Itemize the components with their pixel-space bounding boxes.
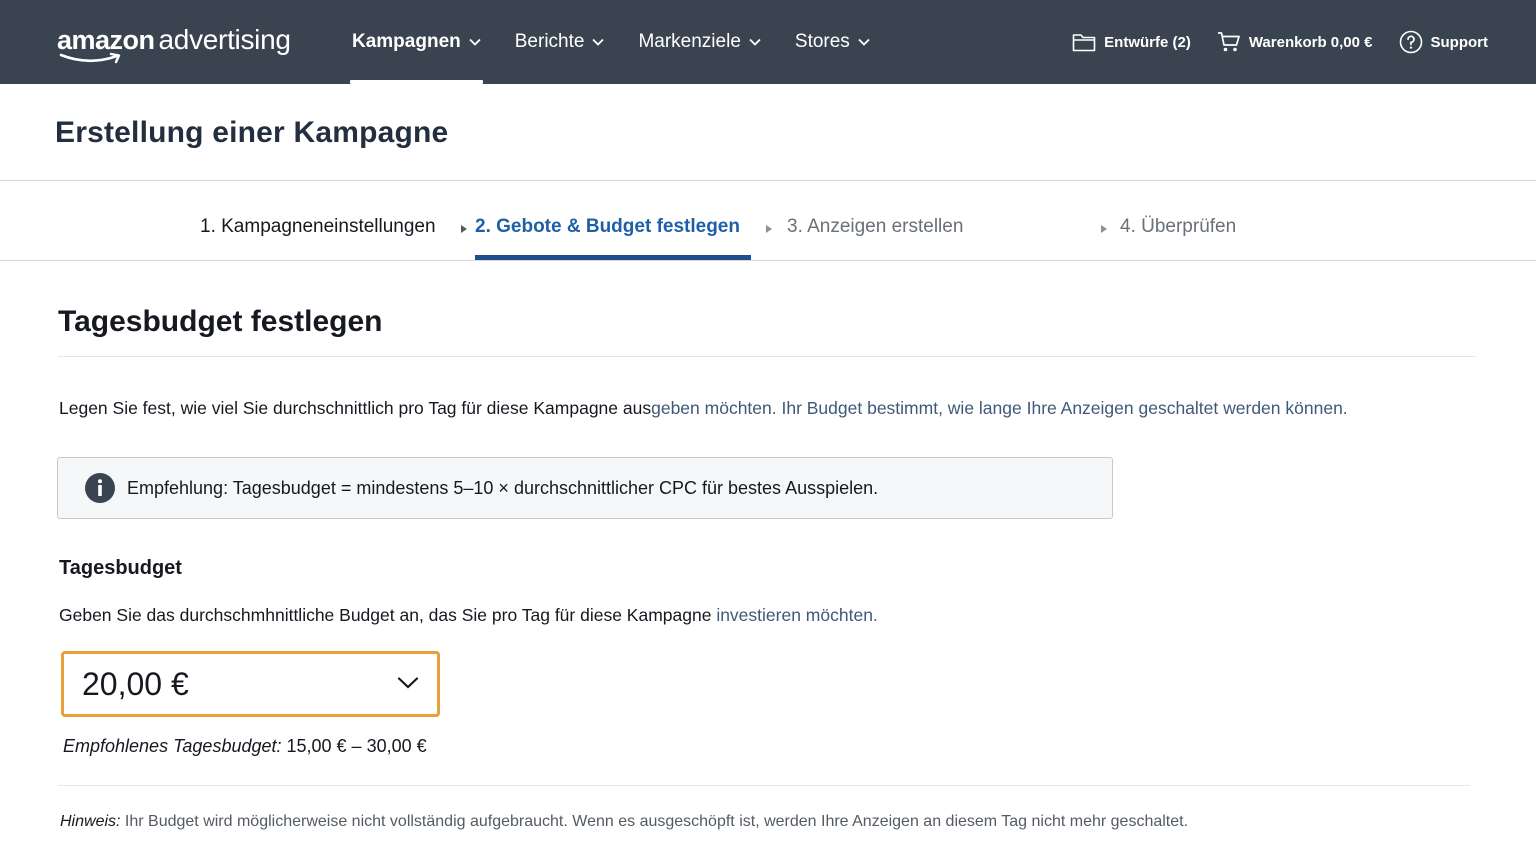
alert-text: Empfehlung: Tagesbudget = mindestens 5–1…: [127, 477, 879, 498]
page-header: Erstellung einer Kampagne: [0, 84, 1536, 181]
step-create-ads[interactable]: 3. Anzeigen erstellen: [787, 216, 963, 238]
section-divider: [58, 356, 1476, 357]
step-separator-icon: [766, 225, 772, 233]
step-separator-icon: [461, 225, 467, 233]
folder-icon: [1072, 34, 1096, 52]
wizard-steps: 1. Kampagneneinstellungen 2. Gebote & Bu…: [0, 181, 1536, 261]
budget-description-part-2: investieren möchten.: [716, 605, 878, 625]
note-label: Hinweis:: [60, 813, 121, 830]
note-text: Ihr Budget wird möglicherweise nicht vol…: [120, 813, 1189, 830]
step-separator-icon: [1101, 225, 1107, 233]
page-title: Erstellung einer Kampagne: [55, 116, 449, 149]
budget-label: Tagesbudget: [59, 557, 182, 579]
cart-label: Warenkorb 0,00 €: [1248, 33, 1373, 51]
top-navigation-bar: amazon advertising Kampagnen Berichte Ma…: [0, 0, 1536, 84]
amazon-smile-icon: [59, 52, 121, 64]
nav-markenziele[interactable]: Markenziele: [638, 0, 761, 84]
nav-stores-label: Stores: [794, 31, 850, 52]
drafts-link[interactable]: Entwürfe (2): [1072, 32, 1191, 52]
nav-stores[interactable]: Stores: [795, 0, 870, 84]
info-icon: [85, 473, 115, 503]
note-divider: [58, 785, 1470, 786]
chevron-down-icon: [592, 38, 605, 46]
step-campaign-settings[interactable]: 1. Kampagneneinstellungen: [200, 216, 436, 238]
nav-berichte[interactable]: Berichte: [515, 0, 605, 84]
support-label: Support: [1430, 33, 1489, 51]
chevron-down-icon: [858, 38, 870, 46]
header-tools: Entwürfe (2) Warenkorb 0,00 € Support: [1046, 0, 1488, 84]
recommended-budget-range: 15,00 € – 30,00 €: [281, 736, 427, 756]
daily-budget-select[interactable]: 20,00 €: [61, 651, 440, 717]
recommended-budget: Empfohlenes Tagesbudget: 15,00 € – 30,00…: [63, 736, 427, 757]
budget-description-part-1: Geben Sie das durchschmhnittliche Budget…: [59, 605, 717, 625]
chevron-down-icon: [469, 38, 481, 46]
section-title: Tagesbudget festlegen: [58, 305, 383, 338]
main-nav: Kampagnen Berichte Markenziele Stores: [350, 0, 904, 84]
budget-note: Hinweis: Ihr Budget wird möglicherweise …: [60, 813, 1188, 831]
step-bids-budget[interactable]: 2. Gebote & Budget festlegen: [475, 216, 740, 238]
help-circle-icon: [1399, 30, 1422, 54]
recommended-budget-label: Empfohlenes Tagesbudget:: [63, 736, 282, 756]
budget-description: Geben Sie das durchschmhnittliche Budget…: [59, 605, 878, 626]
step-review[interactable]: 4. Überprüfen: [1120, 216, 1236, 238]
recommendation-alert: Empfehlung: Tagesbudget = mindestens 5–1…: [57, 457, 1113, 519]
amazon-advertising-logo[interactable]: amazon advertising: [57, 24, 291, 64]
section-description-part-1: Legen Sie fest, wie viel Sie durchschnit…: [59, 398, 652, 418]
nav-kampagnen-label: Kampagnen: [352, 31, 461, 52]
nav-berichte-label: Berichte: [514, 31, 585, 52]
daily-budget-value: 20,00 €: [82, 665, 189, 702]
section-description: Legen Sie fest, wie viel Sie durchschnit…: [59, 398, 1348, 419]
logo-advertising-text: advertising: [158, 24, 291, 55]
cart-link[interactable]: Warenkorb 0,00 €: [1217, 31, 1373, 53]
nav-kampagnen[interactable]: Kampagnen: [350, 0, 483, 84]
nav-markenziele-label: Markenziele: [638, 31, 741, 52]
chevron-down-icon: [397, 677, 419, 689]
active-step-indicator: [475, 255, 751, 260]
section-description-part-2: geben möchten. Ihr Budget bestimmt, wie …: [651, 398, 1348, 418]
chevron-down-icon: [749, 38, 761, 46]
support-link[interactable]: Support: [1399, 30, 1489, 54]
cart-icon: [1217, 32, 1240, 52]
drafts-label: Entwürfe (2): [1104, 33, 1191, 51]
